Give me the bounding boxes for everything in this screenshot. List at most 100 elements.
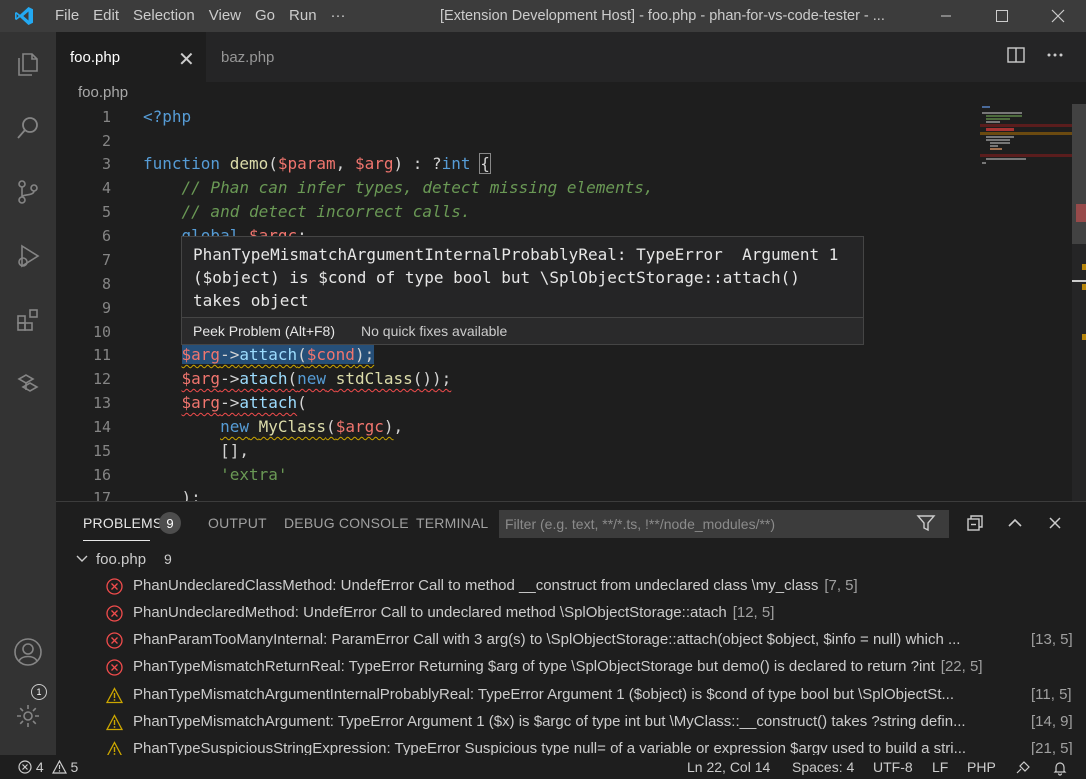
menu-view[interactable]: View [202,0,248,32]
code-line: <?php [143,107,192,126]
line-number: 5 [101,203,111,221]
menu-go[interactable]: Go [248,0,282,32]
problem-message: PhanUndeclaredMethod: UndefError Call to… [133,604,727,621]
problem-message: PhanTypeMismatchArgumentInternalProbably… [133,686,954,703]
line-number: 7 [101,251,111,269]
problem-location: [11, 5] [1031,686,1072,703]
code-line: $arg->attach($cond); [181,345,375,364]
problem-item[interactable]: PhanUndeclaredClassMethod: UndefError Ca… [106,574,1081,598]
tab-label: foo.php [70,48,121,66]
line-number: 4 [101,179,111,197]
file-group-name: foo.php [96,550,147,568]
problem-location: [22, 5] [940,658,983,675]
problem-item[interactable]: PhanUndeclaredMethod: UndefError Call to… [106,601,1081,625]
end-of-line[interactable]: LF [932,755,948,779]
warning-icon [51,759,67,774]
line-number: 3 [101,155,111,173]
active-tab-indicator [83,540,150,541]
collapse-all-icon[interactable] [965,513,985,536]
maximize-button[interactable] [974,0,1030,32]
error-count: 4 [35,759,44,775]
problem-hover-widget: PhanTypeMismatchArgumentInternalProbably… [181,236,864,345]
code-line: ); [143,488,201,501]
editor-tabs: foo.php ✕ baz.php [56,32,1086,82]
close-tab-icon[interactable]: ✕ [178,47,195,72]
problem-message: PhanUndeclaredClassMethod: UndefError Ca… [133,577,819,594]
code-line: new MyClass($argc), [220,417,404,436]
title-bar: File Edit Selection View Go Run ··· [Ext… [0,0,1086,32]
problems-file-group[interactable]: foo.php 9 [74,548,172,570]
code-line: $arg->attach( [181,393,307,412]
more-actions-icon[interactable] [1045,45,1065,68]
breadcrumb[interactable]: foo.php [78,82,128,104]
problem-item[interactable]: PhanTypeMismatchArgumentInternalProbably… [106,683,1081,707]
error-icon [106,605,123,622]
file-problem-count: 9 [164,551,172,567]
menu-more[interactable]: ··· [324,0,353,32]
problem-message: PhanTypeSuspiciousStringExpression: Type… [133,740,967,755]
error-icon [106,632,123,649]
indentation[interactable]: Spaces: 4 [792,755,854,779]
problem-item[interactable]: PhanParamTooManyInternal: ParamError Cal… [106,628,1081,652]
warning-icon [106,714,123,731]
filter-icon[interactable] [916,513,936,536]
explorer-icon[interactable] [0,40,56,88]
tab-terminal[interactable]: TERMINAL [416,515,488,531]
warning-count: 5 [70,759,79,775]
status-bar: 4 5 Ln 22, Col 14 Spaces: 4 UTF-8 LF PHP [0,755,1086,779]
close-panel-icon[interactable] [1045,513,1065,536]
encoding[interactable]: UTF-8 [873,755,913,779]
code-line: function demo($param, $arg) : ?int { [143,153,491,174]
error-icon [18,760,32,774]
manage-gear-icon[interactable] [0,692,56,740]
minimap[interactable] [980,104,1072,174]
problem-message: PhanTypeMismatchReturnReal: TypeError Re… [133,658,935,675]
cursor-position[interactable]: Ln 22, Col 14 [687,755,770,779]
notifications-bell-icon[interactable] [1052,759,1068,779]
problem-location: [7, 5] [824,577,858,594]
tab-foo-php[interactable]: foo.php ✕ [56,32,206,82]
peek-problem-button[interactable]: Peek Problem (Alt+F8) [193,318,335,344]
close-window-button[interactable] [1030,0,1086,32]
menu-bar: File Edit Selection View Go Run ··· [48,0,353,32]
line-number: 10 [92,323,111,341]
problem-message: PhanTypeMismatchArgument: TypeError Argu… [133,713,966,730]
language-mode[interactable]: PHP [967,755,996,779]
split-editor-icon[interactable] [1006,45,1026,68]
hover-message: PhanTypeMismatchArgumentInternalProbably… [193,245,839,310]
problem-item[interactable]: PhanTypeMismatchReturnReal: TypeError Re… [106,655,1081,679]
tab-problems[interactable]: PROBLEMS [83,515,162,531]
feedback-icon[interactable] [1015,759,1031,779]
window-title: [Extension Development Host] - foo.php -… [440,8,885,24]
tab-baz-php[interactable]: baz.php [206,32,326,82]
error-icon [106,659,123,676]
menu-run[interactable]: Run [282,0,324,32]
source-control-icon[interactable] [0,168,56,216]
line-number: 15 [92,442,111,460]
line-number: 6 [101,227,111,245]
problem-item[interactable]: PhanTypeSuspiciousStringExpression: Type… [106,737,1081,755]
menu-selection[interactable]: Selection [126,0,202,32]
no-quick-fixes-label: No quick fixes available [361,323,508,339]
accounts-icon[interactable] [0,628,56,676]
line-number: 1 [101,108,111,126]
extensions-icon[interactable] [0,296,56,344]
problems-filter-input[interactable] [499,510,949,538]
problem-location: [21, 5] [1031,740,1073,755]
maximize-panel-icon[interactable] [1005,513,1025,536]
code-line: // and detect incorrect calls. [143,202,471,221]
menu-edit[interactable]: Edit [86,0,126,32]
code-line: 'extra' [220,465,288,484]
search-icon[interactable] [0,104,56,152]
editor-scrollbar-slider[interactable] [1072,104,1086,244]
problem-message: PhanParamTooManyInternal: ParamError Cal… [133,631,961,648]
problems-status[interactable]: 4 5 [18,755,78,779]
run-debug-icon[interactable] [0,232,56,280]
menu-file[interactable]: File [48,0,86,32]
tab-output[interactable]: OUTPUT [208,515,267,531]
bottom-panel: PROBLEMS 9 OUTPUT DEBUG CONSOLE TERMINAL… [56,501,1086,755]
remote-explorer-icon[interactable] [0,360,56,408]
minimize-button[interactable] [918,0,974,32]
tab-debug-console[interactable]: DEBUG CONSOLE [284,515,409,531]
problem-item[interactable]: PhanTypeMismatchArgument: TypeError Argu… [106,710,1081,734]
